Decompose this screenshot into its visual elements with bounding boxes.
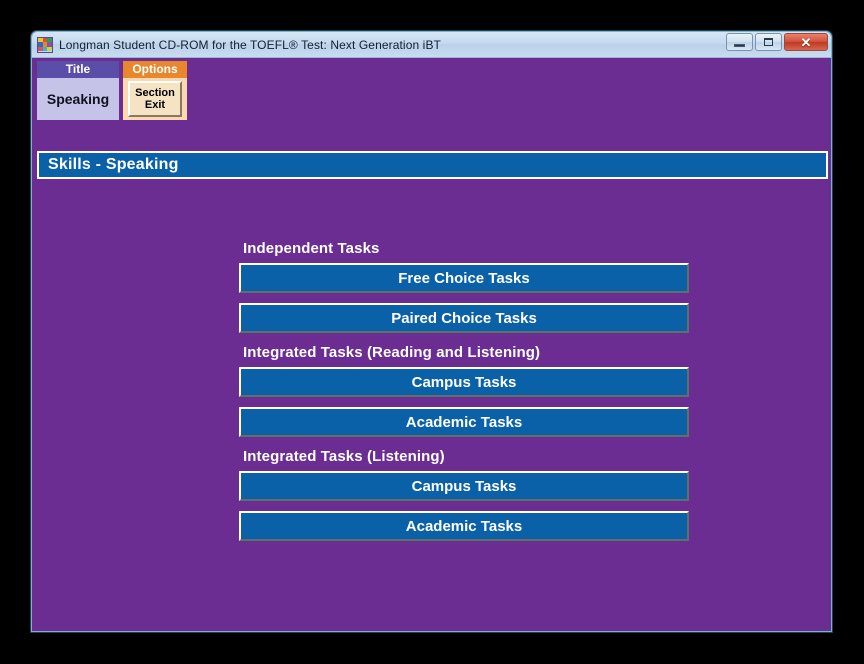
skills-header-bar: Skills - Speaking (37, 151, 828, 179)
top-panel-row: Title Speaking Options Section Exit (37, 61, 187, 120)
task-group: Integrated Tasks (Listening) Campus Tasks… (239, 448, 689, 541)
task-button[interactable]: Paired Choice Tasks (239, 303, 689, 333)
task-button[interactable]: Academic Tasks (239, 511, 689, 541)
options-panel-body: Section Exit (123, 78, 187, 120)
task-groups-container: Independent Tasks Free Choice Tasks Paired… (239, 240, 689, 552)
skills-header-text: Skills - Speaking (48, 156, 179, 173)
section-exit-label-line2: Exit (144, 99, 166, 111)
options-panel-header: Options (123, 61, 187, 78)
close-icon: ✕ (800, 34, 812, 50)
task-button[interactable]: Campus Tasks (239, 367, 689, 397)
task-button[interactable]: Free Choice Tasks (239, 263, 689, 293)
window-controls: ✕ (726, 33, 828, 51)
maximize-icon (764, 38, 773, 46)
longman-logo-icon (37, 36, 53, 53)
options-panel: Options Section Exit (123, 61, 187, 120)
task-button[interactable]: Academic Tasks (239, 407, 689, 437)
task-group-label: Independent Tasks (243, 240, 380, 257)
close-button[interactable]: ✕ (784, 33, 828, 51)
window-title-text: Longman Student CD-ROM for the TOEFL® Te… (59, 37, 441, 52)
maximize-button[interactable] (755, 33, 782, 51)
section-exit-label-line1: Section (135, 87, 175, 99)
title-panel-value: Speaking (37, 78, 119, 120)
minimize-icon (734, 43, 745, 47)
task-group: Integrated Tasks (Reading and Listening)… (239, 344, 689, 437)
section-exit-button[interactable]: Section Exit (128, 81, 182, 117)
minimize-button[interactable] (726, 33, 753, 51)
title-panel: Title Speaking (37, 61, 119, 120)
application-window: Longman Student CD-ROM for the TOEFL® Te… (31, 31, 832, 632)
task-group: Independent Tasks Free Choice Tasks Paired… (239, 240, 689, 333)
task-button[interactable]: Campus Tasks (239, 471, 689, 501)
task-group-label: Integrated Tasks (Reading and Listening) (243, 344, 541, 361)
title-panel-header: Title (37, 61, 119, 78)
application-client-area: Title Speaking Options Section Exit Skil… (32, 58, 831, 631)
task-group-label: Integrated Tasks (Listening) (243, 448, 445, 465)
window-title-bar: Longman Student CD-ROM for the TOEFL® Te… (32, 32, 831, 58)
